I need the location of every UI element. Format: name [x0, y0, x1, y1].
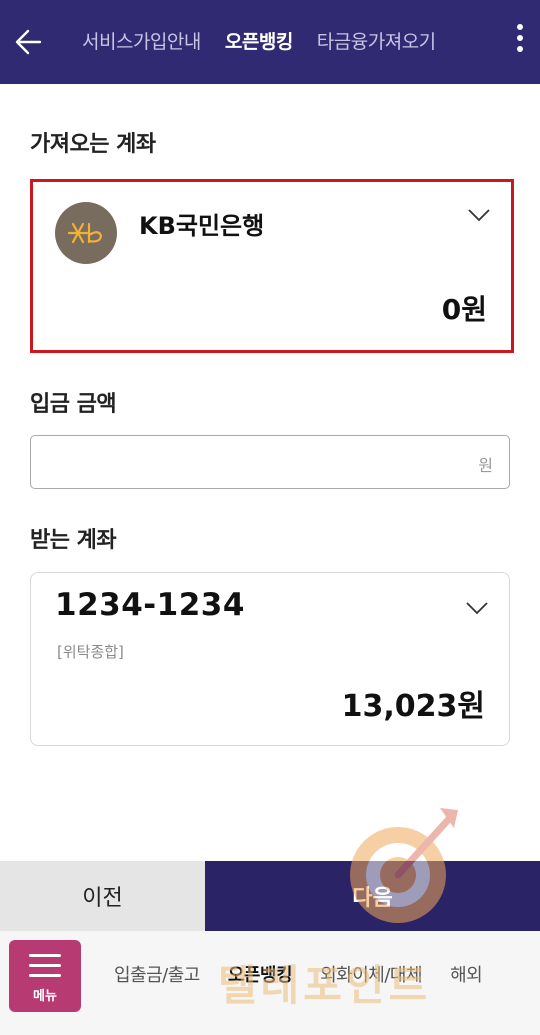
bottom-nav-items: 입출금/출고 오픈뱅킹 외화이체/대체 해외 — [114, 931, 540, 1021]
more-menu-button[interactable] — [512, 24, 528, 60]
bank-name: KB국민은행 — [139, 212, 265, 240]
from-account-label: 가져오는 계좌 — [30, 132, 156, 157]
tab-service-guide[interactable]: 서비스가입안내 — [82, 0, 201, 84]
nav-item-overseas[interactable]: 해외 — [450, 931, 483, 1021]
next-button[interactable]: 다음 — [205, 861, 540, 931]
account-number: 1234-1234 — [55, 587, 245, 623]
hamburger-icon — [29, 954, 61, 984]
to-account-selector[interactable]: 1234-1234 [위탁종합] 13,023원 — [30, 572, 510, 746]
deposit-amount-input[interactable] — [43, 446, 463, 478]
tab-open-banking[interactable]: 오픈뱅킹 — [225, 0, 293, 84]
top-app-bar: 서비스가입안내 오픈뱅킹 타금융가져오기 — [0, 0, 540, 84]
from-account-selector[interactable]: KB국민은행 0원 — [30, 179, 514, 353]
deposit-amount-field[interactable]: 원 — [30, 435, 510, 489]
account-type: [위탁종합] — [57, 643, 124, 661]
nav-item-open-banking[interactable]: 오픈뱅킹 — [228, 931, 293, 1021]
from-account-balance: 0원 — [441, 293, 487, 326]
prev-button[interactable]: 이전 — [0, 861, 205, 931]
chevron-down-icon[interactable] — [465, 601, 489, 615]
to-account-label: 받는 계좌 — [30, 528, 117, 553]
header-tabs: 서비스가입안내 오픈뱅킹 타금융가져오기 — [82, 0, 492, 84]
nav-item-deposit-withdraw[interactable]: 입출금/출고 — [114, 931, 200, 1021]
arrow-left-icon — [15, 29, 42, 55]
menu-label: 메뉴 — [33, 988, 57, 1003]
nav-item-fx-transfer[interactable]: 외화이체/대체 — [320, 931, 422, 1021]
kb-bank-logo-icon — [55, 202, 117, 264]
kebab-dot — [517, 24, 523, 30]
menu-button[interactable]: 메뉴 — [9, 940, 81, 1012]
chevron-down-icon[interactable] — [467, 208, 491, 222]
back-button[interactable] — [10, 22, 50, 62]
kebab-dot — [517, 35, 523, 41]
deposit-amount-label: 입금 금액 — [30, 392, 117, 417]
kebab-dot — [517, 46, 523, 52]
tab-import-other-finance[interactable]: 타금융가져오기 — [317, 0, 436, 84]
currency-unit: 원 — [478, 456, 493, 475]
to-account-balance: 13,023원 — [341, 689, 485, 724]
bottom-navigation: 메뉴 입출금/출고 오픈뱅킹 외화이체/대체 해외 — [0, 931, 540, 1035]
